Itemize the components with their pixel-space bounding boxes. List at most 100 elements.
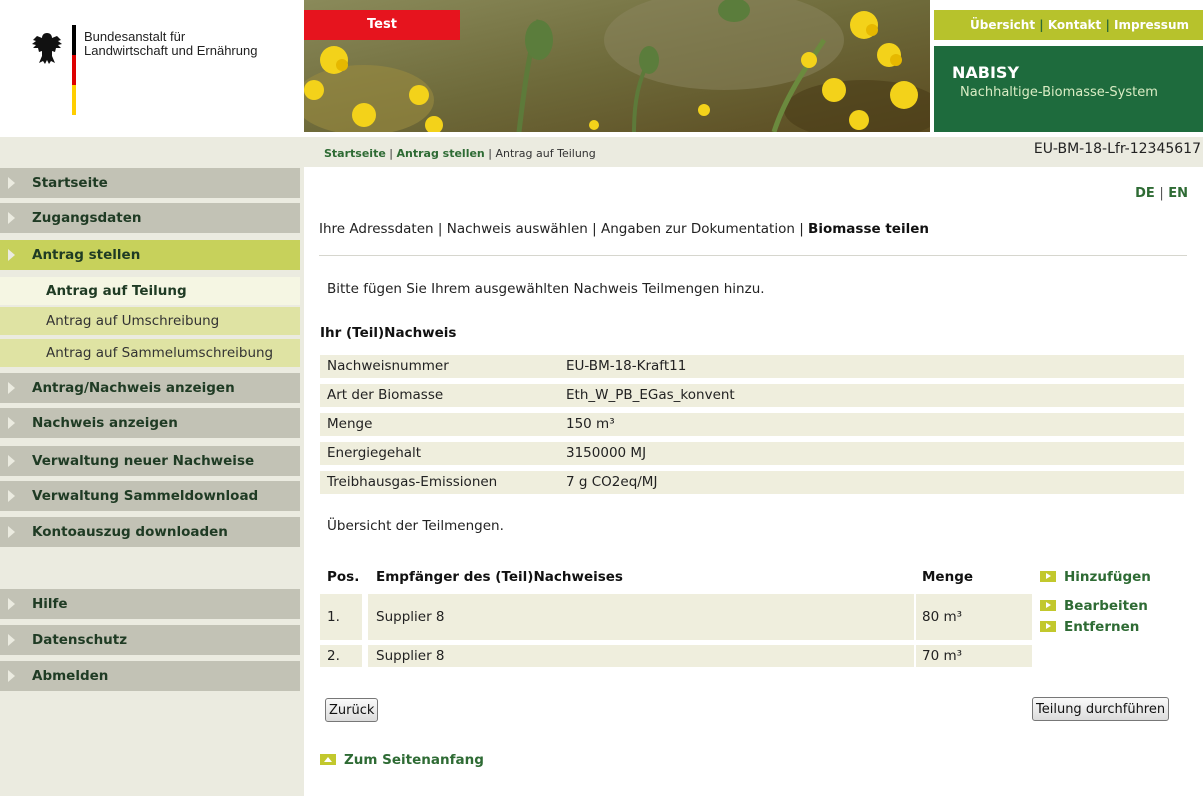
link-uebersicht[interactable]: Übersicht [970, 18, 1035, 32]
breadcrumb: Startseite | Antrag stellen | Antrag auf… [324, 147, 596, 160]
sidebar-item-label: Startseite [32, 175, 108, 191]
detail-row-nachweisnummer: Nachweisnummer EU-BM-18-Kraft11 [320, 355, 1184, 378]
row-cell-recipient: Supplier 8 [368, 594, 914, 640]
detail-label: Treibhausgas-Emissionen [327, 474, 498, 490]
sidebar-item-label: Verwaltung neuer Nachweise [32, 453, 255, 469]
breadcrumb-current: Antrag auf Teilung [495, 147, 596, 160]
separator: | [1039, 18, 1044, 32]
arrow-right-icon [1040, 621, 1056, 632]
separator: | [799, 221, 809, 237]
add-button[interactable]: Hinzufügen [1040, 569, 1151, 585]
row-cell-pos: 2. [320, 645, 362, 667]
sidebar-item-label: Hilfe [32, 596, 68, 612]
detail-label: Art der Biomasse [327, 387, 444, 403]
row-cell-pos: 1. [320, 594, 362, 640]
sidebar-item-label: Abmelden [32, 668, 109, 684]
detail-row-art-der-biomasse: Art der Biomasse Eth_W_PB_EGas_konvent [320, 384, 1184, 407]
test-environment-badge: Test [304, 10, 460, 40]
arrow-up-icon [320, 754, 336, 765]
lang-en[interactable]: EN [1168, 186, 1188, 201]
triangle-right-icon [8, 382, 15, 394]
separator: | [1105, 18, 1110, 32]
sidebar-item-hilfe[interactable]: Hilfe [0, 589, 300, 619]
detail-value: 150 m³ [566, 416, 615, 432]
cell-text: 70 m³ [922, 648, 963, 664]
triangle-right-icon [8, 455, 15, 467]
triangle-right-icon [8, 490, 15, 502]
submit-split-button[interactable]: Teilung durchführen [1032, 697, 1170, 721]
breadcrumb-bar: Startseite | Antrag stellen | Antrag auf… [0, 137, 1203, 167]
step-biomasse-teilen-current: Biomasse teilen [808, 221, 929, 237]
link-impressum[interactable]: Impressum [1114, 18, 1189, 32]
sidebar-item-label: Verwaltung Sammeldownload [32, 488, 259, 504]
brand-title: NABISY [952, 63, 1020, 82]
sidebar-item-label: Antrag stellen [32, 247, 141, 263]
agency-name-line1: Bundesanstalt für [84, 29, 186, 44]
cell-text: 80 m³ [922, 609, 963, 625]
cell-text: Supplier 8 [376, 609, 445, 625]
overview-label: Übersicht der Teilmengen. [327, 518, 504, 534]
triangle-right-icon [8, 417, 15, 429]
separator: | [389, 147, 397, 160]
agency-name-line2: Landwirtschaft und Ernährung [84, 43, 258, 58]
detail-label: Menge [327, 416, 373, 432]
remove-button[interactable]: Entfernen [1040, 619, 1139, 635]
sidebar-item-verwaltung-sammeldownload[interactable]: Verwaltung Sammeldownload [0, 481, 300, 511]
link-kontakt[interactable]: Kontakt [1048, 18, 1101, 32]
sidebar-item-label: Antrag/Nachweis anzeigen [32, 380, 235, 396]
sidebar-item-abmelden[interactable]: Abmelden [0, 661, 300, 691]
sidebar-subitem-antrag-auf-sammelumschreibung[interactable]: Antrag auf Sammelumschreibung [0, 339, 300, 367]
detail-row-treibhausgas-emissionen: Treibhausgas-Emissionen 7 g CO2eq/MJ [320, 471, 1184, 494]
sidebar-item-label: Nachweis anzeigen [32, 415, 178, 431]
detail-label: Energiegehalt [327, 445, 422, 461]
step-angaben-dokumentation: Angaben zur Dokumentation [601, 221, 795, 237]
sidebar-item-label: Datenschutz [32, 632, 128, 648]
triangle-right-icon [8, 177, 15, 189]
breadcrumb-link-antrag-stellen[interactable]: Antrag stellen [397, 147, 485, 160]
sidebar-item-antrag-nachweis-anzeigen[interactable]: Antrag/Nachweis anzeigen [0, 373, 300, 403]
triangle-right-icon [8, 598, 15, 610]
detail-value: 7 g CO2eq/MJ [566, 474, 658, 490]
sidebar-item-nachweis-anzeigen[interactable]: Nachweis anzeigen [0, 408, 300, 438]
federal-eagle-icon [32, 33, 62, 64]
language-switcher: DE | EN [1135, 186, 1188, 201]
divider [319, 255, 1187, 256]
lang-de[interactable]: DE [1135, 186, 1155, 201]
row-cell-amount: 80 m³ [916, 594, 1032, 640]
sidebar-item-antrag-stellen[interactable]: Antrag stellen [0, 240, 300, 270]
top-links: Übersicht | Kontakt | Impressum [934, 10, 1203, 40]
detail-row-menge: Menge 150 m³ [320, 413, 1184, 436]
sidebar-item-label: Zugangsdaten [32, 210, 142, 226]
to-top-link[interactable]: Zum Seitenanfang [320, 752, 484, 768]
edit-label: Bearbeiten [1064, 598, 1148, 614]
triangle-right-icon [8, 212, 15, 224]
detail-value: Eth_W_PB_EGas_konvent [566, 387, 735, 403]
edit-button[interactable]: Bearbeiten [1040, 598, 1148, 614]
header-right-panel: Übersicht | Kontakt | Impressum NABISY N… [934, 10, 1203, 132]
back-button[interactable]: Zurück [325, 698, 379, 722]
triangle-right-icon [8, 526, 15, 538]
triangle-right-icon [8, 634, 15, 646]
sidebar-subitem-antrag-auf-teilung[interactable]: Antrag auf Teilung [0, 277, 300, 305]
column-header-recipient: Empfänger des (Teil)Nachweises [376, 569, 623, 585]
arrow-right-icon [1040, 571, 1056, 582]
brand-panel: NABISY Nachhaltige-Biomasse-System [934, 46, 1203, 132]
sidebar-item-verwaltung-neuer-nachweise[interactable]: Verwaltung neuer Nachweise [0, 446, 300, 476]
separator: | [437, 221, 447, 237]
cell-text: 1. [327, 609, 340, 625]
sidebar-item-zugangsdaten[interactable]: Zugangsdaten [0, 203, 300, 233]
sidebar-item-kontoauszug-downloaden[interactable]: Kontoauszug downloaden [0, 517, 300, 547]
sidebar-item-startseite[interactable]: Startseite [0, 168, 300, 198]
to-top-label: Zum Seitenanfang [344, 752, 484, 768]
detail-label: Nachweisnummer [327, 358, 449, 374]
detail-value: 3150000 MJ [566, 445, 647, 461]
section-title: Ihr (Teil)Nachweis [320, 325, 457, 341]
sidebar-nav: Startseite Zugangsdaten Antrag stellen A… [0, 167, 304, 796]
wizard-steps: Ihre Adressdaten | Nachweis auswählen | … [319, 221, 929, 237]
breadcrumb-link-startseite[interactable]: Startseite [324, 147, 386, 160]
sidebar-item-datenschutz[interactable]: Datenschutz [0, 625, 300, 655]
intro-text: Bitte fügen Sie Ihrem ausgewählten Nachw… [327, 281, 765, 297]
column-header-pos: Pos. [327, 569, 360, 585]
sidebar-subitem-antrag-auf-umschreibung[interactable]: Antrag auf Umschreibung [0, 307, 300, 335]
brand-subtitle: Nachhaltige-Biomasse-System [960, 85, 1158, 100]
